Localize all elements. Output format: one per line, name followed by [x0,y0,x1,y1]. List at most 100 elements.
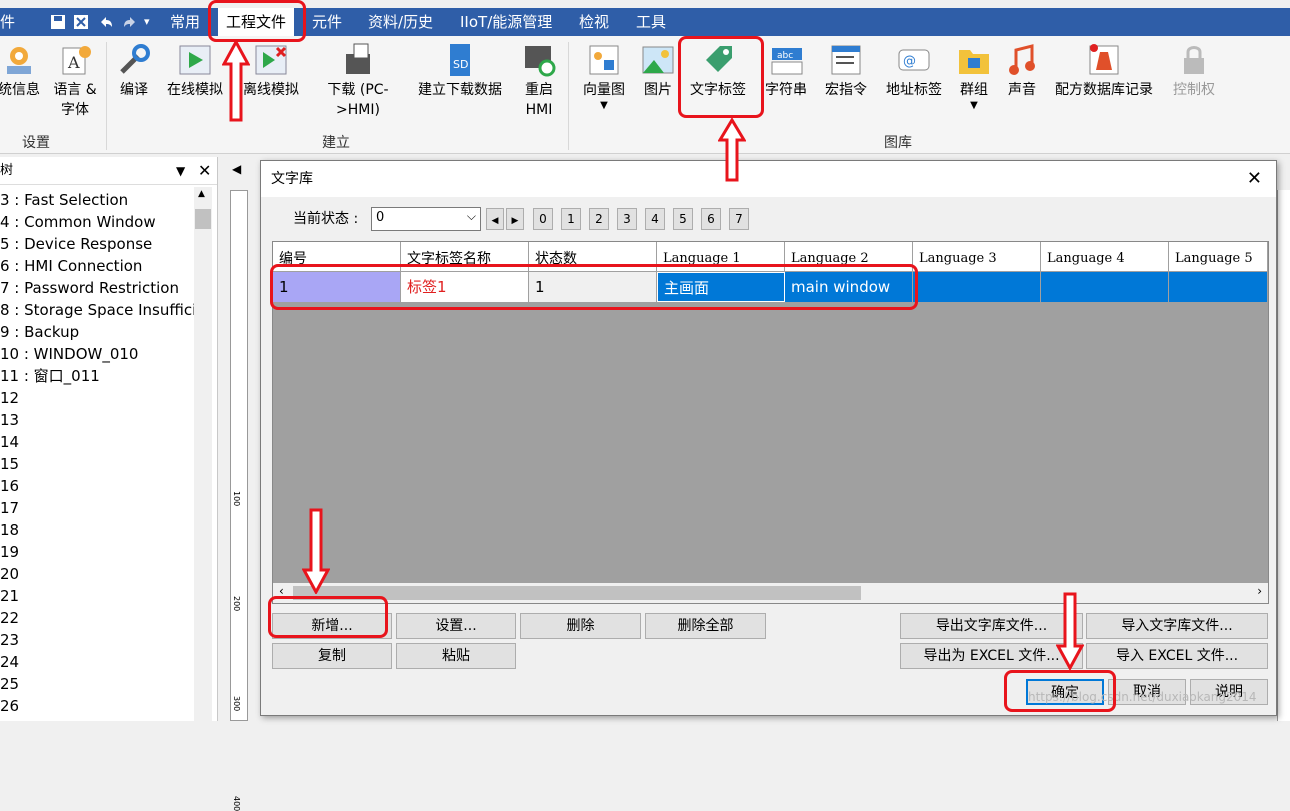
chevron-right-icon[interactable]: › [1257,584,1262,598]
dropdown-icon[interactable]: ▾ [144,8,150,36]
menu-bar: 件 ▾ 常用 工程文件 元件 资料/历史 IIoT/能源管理 检视 工具 [0,8,1290,36]
chevron-down-icon[interactable]: ▼ [176,157,185,185]
recipe-database-button[interactable]: 配方数据库记录 [1048,42,1160,100]
import-excel-button[interactable]: 导入 EXCEL 文件... [1086,643,1268,669]
download-button[interactable]: 下载 (PC- >HMI) [320,42,396,120]
tree-item[interactable]: 13 [0,409,19,431]
online-simulation-button[interactable]: 在线模拟 [162,42,228,100]
tree-item[interactable]: 9 : Backup [0,321,79,343]
system-info-button[interactable]: 统信息 [0,42,42,100]
tree-item[interactable]: 24 [0,651,19,673]
lock-icon [1184,46,1204,74]
tree-item[interactable]: 4 : Common Window [0,211,156,233]
play-icon [179,45,211,75]
tree-item[interactable]: 8 : Storage Space Insufficie [0,299,205,321]
tree-item[interactable]: 12 [0,387,19,409]
svg-text:A: A [67,53,80,72]
tree-item[interactable]: 5 : Device Response [0,233,152,255]
menu-view[interactable]: 检视 [579,8,609,36]
svg-text:@: @ [903,54,916,69]
state-button-2[interactable]: 2 [589,208,609,230]
tree-item[interactable]: 15 [0,453,19,475]
text-library-dialog: 文字库 ✕ 当前状态 : 0 ⌵ ◀ ▶ 0 1 2 3 4 5 6 7 编号 … [260,160,1277,716]
tree-item[interactable]: 17 [0,497,19,519]
tree-item[interactable]: 3 : Fast Selection [0,189,128,211]
chevron-left-icon[interactable]: ◀ [232,162,241,176]
delete-all-button[interactable]: 删除全部 [645,613,766,639]
restart-hmi-button[interactable]: 重启 HMI [516,42,562,120]
font-icon: A [62,46,91,75]
menu-data-history[interactable]: 资料/历史 [368,8,433,36]
compile-button[interactable]: 编译 [112,42,156,100]
paste-button[interactable]: 粘贴 [396,643,516,669]
tree-item[interactable]: 7 : Password Restriction [0,277,179,299]
tree-item[interactable]: 23 [0,629,19,651]
state-button-6[interactable]: 6 [701,208,721,230]
picture-button[interactable]: 图片 [636,42,680,100]
close-file-icon[interactable] [73,14,89,30]
annotation-arrow-up-icon [718,118,746,182]
svg-text:abc: abc [777,51,793,61]
sound-button[interactable]: 声音 [1002,42,1042,100]
cell-language-3[interactable] [913,272,1041,302]
cell-language-5[interactable] [1169,272,1268,302]
group-button[interactable]: 群组 ▼ [954,42,994,112]
macro-button[interactable]: 宏指令 [820,42,872,100]
state-button-1[interactable]: 1 [561,208,581,230]
project-tree-panel: 树 ▼ ✕ 3 : Fast Selection 4 : Common Windo… [0,157,218,721]
group-label-build: 建立 [322,135,350,151]
state-button-7[interactable]: 7 [729,208,749,230]
control-permission-button[interactable]: 控制权 [1164,42,1224,100]
chevron-down-icon: ▼ [970,100,978,111]
language-font-button[interactable]: A 语言 & 字体 [48,42,102,120]
save-icon[interactable] [50,14,66,30]
chevron-up-icon[interactable]: ▲ [198,189,205,199]
string-button[interactable]: abc 字符串 [760,42,812,100]
string-icon: abc [771,48,803,75]
undo-icon[interactable] [98,14,114,30]
annotation-box-row [270,264,918,310]
column-header-language-4[interactable]: Language 4 [1041,242,1169,272]
next-state-button[interactable]: ▶ [506,208,524,230]
state-button-0[interactable]: 0 [533,208,553,230]
column-header-language-3[interactable]: Language 3 [913,242,1041,272]
tree-item[interactable]: 22 [0,607,19,629]
vector-graphics-button[interactable]: 向量图 ▼ [578,42,630,112]
settings-button[interactable]: 设置... [396,613,516,639]
annotation-arrow-down-icon [302,508,330,594]
state-button-5[interactable]: 5 [673,208,693,230]
tree-item[interactable]: 26 [0,695,19,717]
menu-file[interactable]: 件 [0,8,15,36]
close-icon[interactable]: ✕ [198,157,211,185]
tree-scrollbar[interactable]: ▲ [194,187,212,721]
redo-icon[interactable] [122,14,138,30]
tree-item[interactable]: 25 [0,673,19,695]
tree-item[interactable]: 18 [0,519,19,541]
close-icon[interactable]: ✕ [1247,161,1262,197]
tree-scroll-thumb[interactable] [195,209,211,229]
state-button-3[interactable]: 3 [617,208,637,230]
state-select[interactable]: 0 ⌵ [371,207,481,231]
cell-language-4[interactable] [1041,272,1169,302]
menu-objects[interactable]: 元件 [312,8,342,36]
import-library-button[interactable]: 导入文字库文件... [1086,613,1268,639]
tree-item[interactable]: 16 [0,475,19,497]
column-header-language-5[interactable]: Language 5 [1169,242,1268,272]
prev-state-button[interactable]: ◀ [486,208,504,230]
tree-item[interactable]: 6 : HMI Connection [0,255,142,277]
menu-tools[interactable]: 工具 [636,8,666,36]
menu-iiot[interactable]: IIoT/能源管理 [460,8,552,36]
build-download-data-button[interactable]: SD 建立下载数据 [412,42,508,100]
state-button-4[interactable]: 4 [645,208,665,230]
table-horizontal-scrollbar[interactable]: ‹ › [273,583,1268,603]
tree-item[interactable]: 21 [0,585,19,607]
menu-common[interactable]: 常用 [170,8,200,36]
delete-button[interactable]: 删除 [520,613,641,639]
tree-item[interactable]: 19 [0,541,19,563]
address-tag-button[interactable]: @ 地址标签 [880,42,948,100]
tree-item[interactable]: 14 [0,431,19,453]
copy-button[interactable]: 复制 [272,643,392,669]
tree-item[interactable]: 11 : 窗口_011 [0,365,100,387]
tree-item[interactable]: 10 : WINDOW_010 [0,343,138,365]
tree-item[interactable]: 20 [0,563,19,585]
